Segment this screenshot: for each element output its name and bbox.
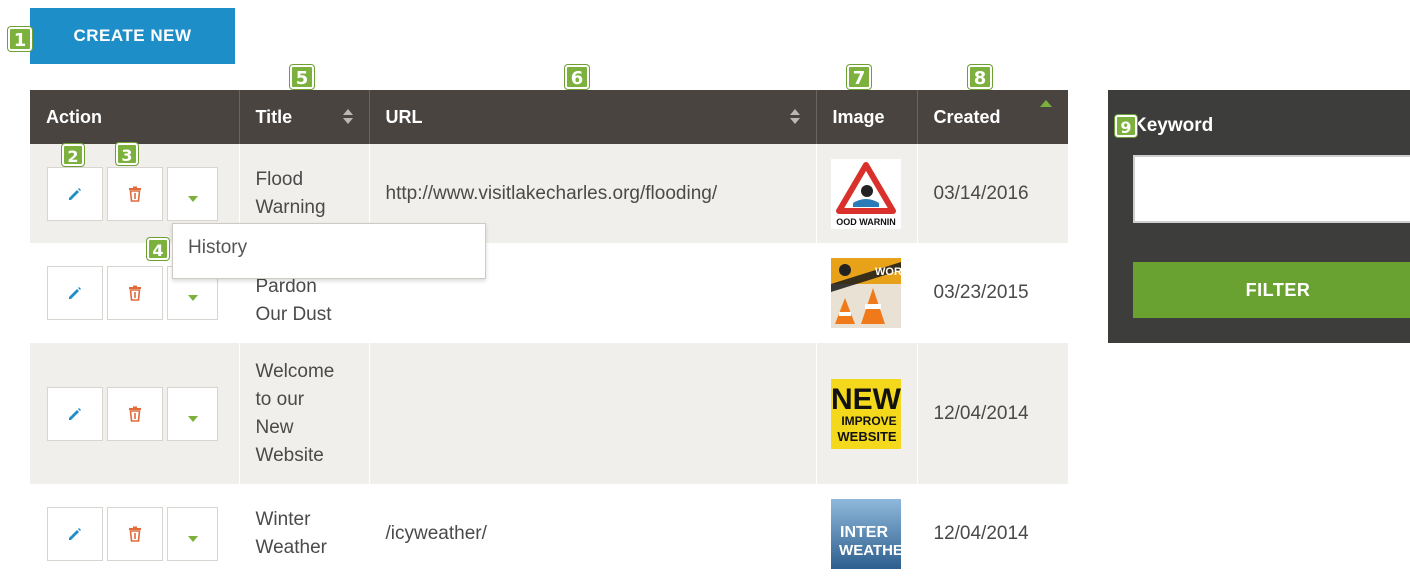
edit-button[interactable] <box>47 266 103 320</box>
column-header-image: Image <box>816 90 918 144</box>
keyword-input[interactable] <box>1133 155 1410 223</box>
callout-6: 6 <box>565 65 589 89</box>
callout-4: 4 <box>147 238 169 260</box>
edit-button[interactable] <box>47 166 103 221</box>
pencil-icon <box>69 528 81 540</box>
callout-5: 5 <box>290 65 314 89</box>
row-title: Welcome to our New Website <box>239 343 370 484</box>
new-thumb-text-2: IMPROVE <box>841 414 896 428</box>
row-url <box>369 343 817 484</box>
flood-thumb-text: OOD WARNIN <box>836 217 896 227</box>
more-actions-button[interactable] <box>167 507 218 561</box>
column-header-title-label: Title <box>255 106 293 127</box>
sort-icon[interactable] <box>342 109 353 124</box>
filter-panel: Keyword FILTER <box>1108 90 1410 343</box>
table-row: Welcome to our New Website NEW IMPROVE WEBS… <box>30 343 1068 484</box>
delete-button[interactable] <box>107 386 163 441</box>
trash-icon <box>129 186 141 202</box>
filter-button[interactable]: FILTER <box>1133 262 1410 318</box>
more-actions-button[interactable] <box>167 166 218 221</box>
sort-ascending-icon[interactable] <box>1040 100 1052 107</box>
column-header-url[interactable]: URL <box>369 90 817 144</box>
winter-thumb-text-2: WEATHE <box>839 542 901 559</box>
delete-button[interactable] <box>107 266 163 320</box>
new-thumb-text-1: NEW <box>831 383 901 416</box>
history-menu-item[interactable]: History <box>172 223 486 279</box>
flood-warning-thumbnail: OOD WARNIN <box>830 158 901 229</box>
caret-down-icon <box>187 415 198 422</box>
new-website-thumbnail: NEW IMPROVE WEBSITE <box>830 378 901 449</box>
column-header-action: Action <box>30 90 240 144</box>
row-actions <box>30 343 240 484</box>
row-title: Winter Weather <box>239 484 370 578</box>
pencil-icon <box>69 187 81 200</box>
new-thumb-text-3: WEBSITE <box>837 429 897 444</box>
table-row: Winter Weather /icyweather/ INTER WEATHE … <box>30 484 1068 578</box>
delete-button[interactable] <box>107 166 163 221</box>
delete-button[interactable] <box>107 507 163 561</box>
winter-thumb-text-1: INTER <box>840 524 888 541</box>
row-image: NEW IMPROVE WEBSITE <box>816 343 918 484</box>
caret-down-icon <box>187 536 198 543</box>
keyword-label: Keyword <box>1133 115 1214 136</box>
callout-2: 2 <box>62 144 84 166</box>
trash-icon <box>129 526 141 542</box>
work-construction-thumbnail: WORK <box>830 258 901 328</box>
row-created: 12/04/2014 <box>917 343 1068 484</box>
callout-3: 3 <box>116 143 138 165</box>
callout-9: 9 <box>1115 115 1137 137</box>
history-label: History <box>188 237 248 258</box>
winter-weather-thumbnail: INTER WEATHE <box>830 499 901 569</box>
callout-7: 7 <box>847 65 871 89</box>
pencil-icon <box>69 407 81 420</box>
row-created: 03/23/2015 <box>917 243 1068 343</box>
caret-down-icon <box>187 195 198 202</box>
pencil-icon <box>69 287 81 299</box>
callout-1: 1 <box>8 27 32 51</box>
column-header-created-label: Created <box>933 106 1001 127</box>
more-actions-button[interactable] <box>167 386 218 441</box>
content-table: Action Title URL Image Created Flood War… <box>30 90 1068 578</box>
caret-down-icon <box>187 295 198 302</box>
row-created: 03/14/2016 <box>917 144 1068 243</box>
sort-icon[interactable] <box>789 109 800 124</box>
trash-icon <box>129 285 141 301</box>
row-created: 12/04/2014 <box>917 484 1068 578</box>
row-image: WORK <box>816 243 918 343</box>
row-image: OOD WARNIN <box>816 144 918 243</box>
edit-button[interactable] <box>47 507 103 561</box>
trash-icon <box>129 406 141 422</box>
create-new-button[interactable]: CREATE NEW <box>30 8 235 64</box>
column-header-url-label: URL <box>385 106 423 127</box>
row-url: /icyweather/ <box>369 484 817 578</box>
edit-button[interactable] <box>47 386 103 441</box>
callout-8: 8 <box>968 65 992 89</box>
column-header-title[interactable]: Title <box>239 90 370 144</box>
work-thumb-text: WORK <box>875 266 901 278</box>
row-actions <box>30 484 240 578</box>
column-header-created[interactable]: Created <box>917 90 1068 144</box>
row-image: INTER WEATHE <box>816 484 918 578</box>
